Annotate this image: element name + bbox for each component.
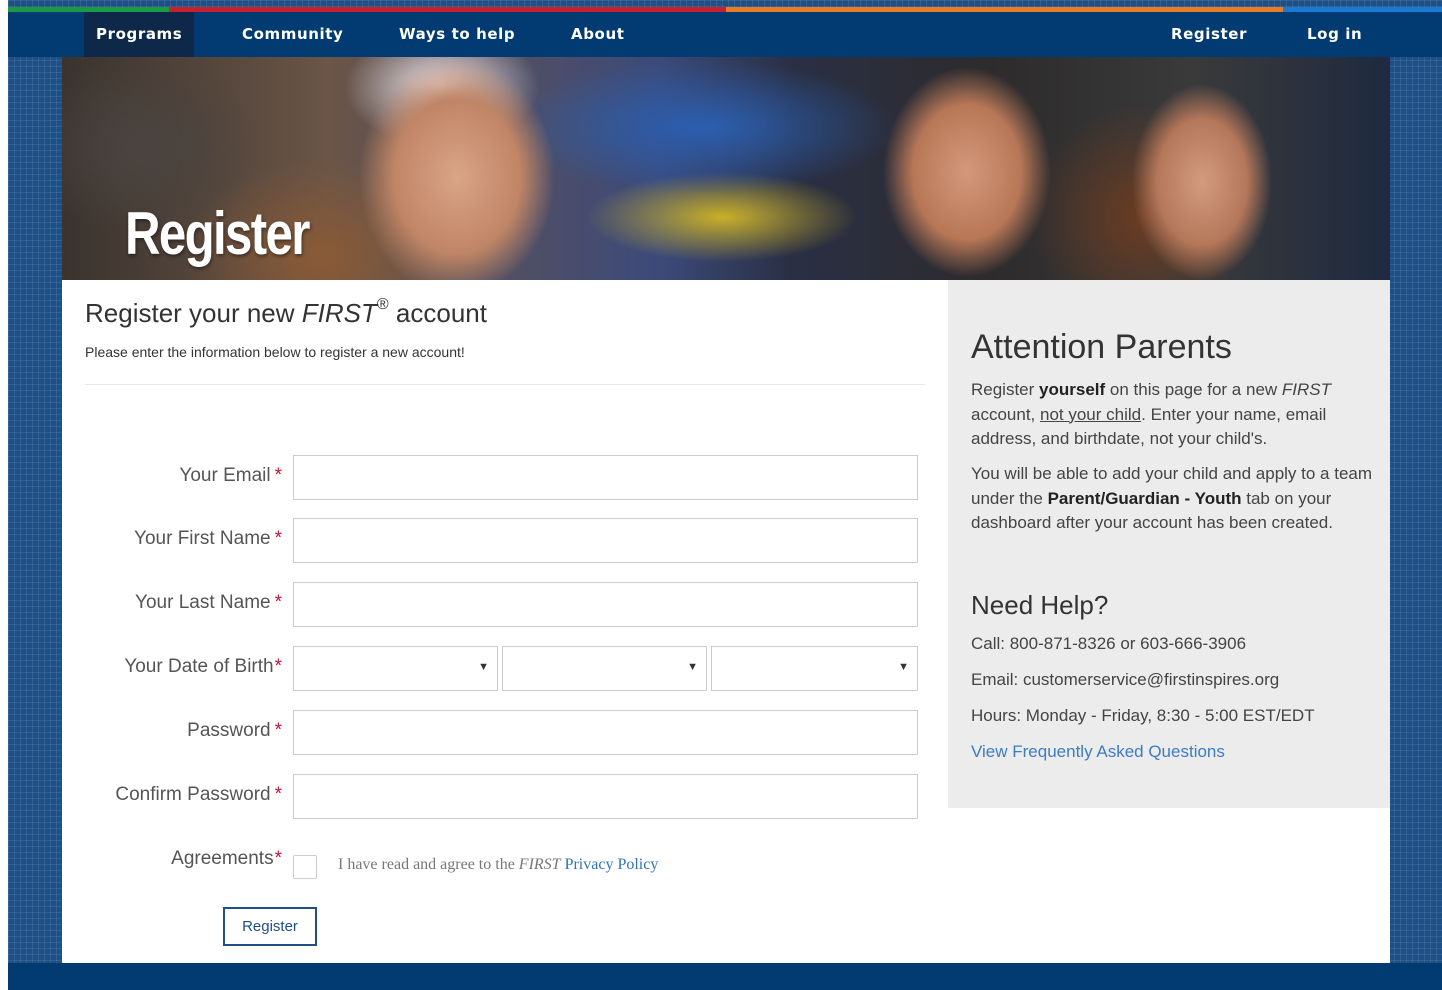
dob-day-select[interactable]: ▼ [502, 646, 707, 691]
required-mark: * [274, 465, 282, 486]
help-heading: Need Help? [971, 590, 1109, 620]
required-mark: * [274, 784, 282, 805]
p1-f: not your child [1040, 404, 1142, 424]
dob-label-text: Your Date of Birth [124, 656, 274, 677]
agreement-text-pre: I have read and agree to the [338, 856, 519, 873]
sidebar-paragraph-1: Register yourself on this page for a new… [971, 378, 1381, 452]
confirm-password-label: Confirm Password * [115, 784, 282, 806]
nav-register[interactable]: Register [1171, 12, 1247, 57]
privacy-policy-link[interactable]: Privacy Policy [565, 856, 659, 873]
first-name-input[interactable] [293, 518, 918, 563]
nav-about[interactable]: About [571, 12, 625, 57]
help-email: Email: customerservice@firstinspires.org [971, 670, 1280, 689]
required-mark: * [274, 720, 282, 741]
nav-community[interactable]: Community [242, 12, 343, 57]
form-heading-post: account [388, 298, 487, 328]
confirm-password-input[interactable] [293, 774, 918, 819]
required-mark: * [274, 592, 282, 613]
chevron-down-icon: ▼ [898, 661, 909, 673]
p1-a: Register [971, 380, 1040, 399]
p1-b: yourself [1039, 380, 1106, 399]
main-content: Register your new FIRST® account Please … [62, 280, 1390, 963]
chevron-down-icon: ▼ [478, 661, 489, 673]
required-mark: * [274, 656, 282, 677]
confirm-password-label-text: Confirm Password [115, 784, 271, 805]
form-subtitle: Please enter the information below to re… [85, 344, 465, 360]
register-button[interactable]: Register [223, 907, 317, 946]
sidebar-heading: Attention Parents [971, 328, 1232, 366]
email-label-text: Your Email [179, 465, 271, 486]
password-label: Password * [187, 720, 282, 742]
parents-sidebar: Attention Parents Register yourself on t… [948, 280, 1390, 808]
p2-b: Parent/Guardian - Youth [1047, 488, 1242, 508]
first-name-label-text: Your First Name [134, 528, 271, 549]
first-name-label: Your First Name * [134, 528, 282, 550]
last-name-label: Your Last Name * [135, 592, 282, 614]
chevron-down-icon: ▼ [687, 661, 698, 673]
required-mark: * [274, 848, 282, 869]
form-divider [85, 384, 925, 385]
agreements-label: Agreements* [171, 848, 282, 870]
agreements-label-text: Agreements [171, 848, 274, 869]
hero-title: Register [125, 200, 310, 267]
agreement-text: I have read and agree to the FIRST Priva… [338, 856, 658, 874]
form-heading-pre: Register your new [85, 298, 302, 328]
p1-c: on this page for a new [1105, 380, 1282, 399]
last-name-input[interactable] [293, 582, 918, 627]
p1-d: FIRST [1281, 380, 1332, 399]
top-nav: Programs Community Ways to help About Re… [8, 12, 1442, 57]
nav-log-in[interactable]: Log in [1307, 12, 1362, 57]
sidebar-paragraph-2: You will be able to add your child and a… [971, 462, 1381, 536]
footer-bar [8, 963, 1442, 990]
form-heading-mark: ® [376, 296, 389, 313]
email-input[interactable] [293, 455, 918, 500]
password-label-text: Password [187, 720, 271, 741]
privacy-policy-checkbox[interactable] [293, 855, 317, 879]
help-phone: Call: 800-871-8326 or 603-666-3906 [971, 634, 1247, 653]
nav-ways-to-help[interactable]: Ways to help [399, 12, 515, 57]
last-name-label-text: Your Last Name [135, 592, 271, 613]
form-heading: Register your new FIRST® account [85, 296, 487, 329]
help-hours: Hours: Monday - Friday, 8:30 - 5:00 EST/… [971, 706, 1315, 725]
password-input[interactable] [293, 710, 918, 755]
faq-link[interactable]: View Frequently Asked Questions [971, 742, 1225, 762]
p1-e: account, [971, 404, 1040, 424]
form-heading-brand: FIRST [301, 298, 377, 328]
required-mark: * [274, 528, 282, 549]
hero-banner: Register [62, 57, 1390, 280]
nav-programs[interactable]: Programs [84, 12, 195, 57]
agreement-brand: FIRST [518, 856, 561, 873]
dob-month-select[interactable]: ▼ [293, 646, 498, 691]
email-label: Your Email * [179, 465, 282, 487]
dob-year-select[interactable]: ▼ [711, 646, 918, 691]
dob-label: Your Date of Birth* [124, 656, 282, 678]
